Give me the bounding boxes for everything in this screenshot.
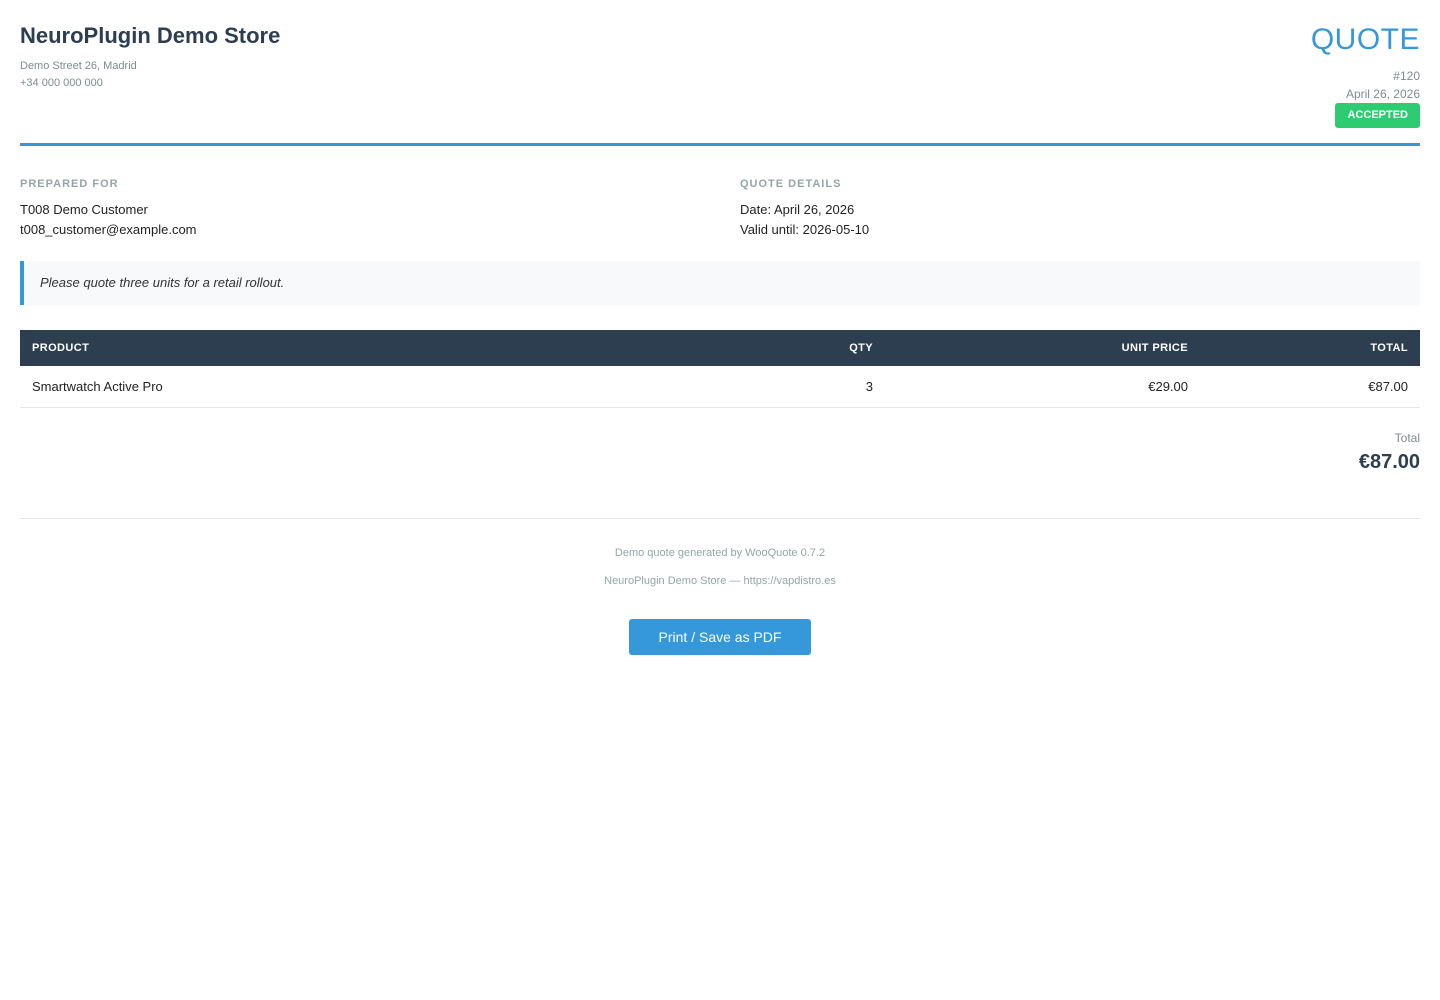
total-label: Total: [1394, 430, 1420, 445]
quote-details-label: QUOTE DETAILS: [740, 178, 842, 190]
row-total: €87.00: [1200, 366, 1420, 408]
customer-email: t008_customer@example.com: [20, 222, 197, 237]
quote-date: April 26, 2026: [1345, 87, 1420, 101]
document-title: QUOTE: [1310, 23, 1420, 56]
row-unit-price: €29.00: [885, 366, 1200, 408]
quote-number: #120: [1393, 69, 1420, 83]
prepared-for-section: PREPARED FOR T008 Demo Customer t008_cus…: [20, 178, 700, 240]
customer-note: Please quote three units for a retail ro…: [20, 261, 1420, 305]
print-save-pdf-button[interactable]: Print / Save as PDF: [629, 618, 811, 655]
totals-section: Total €87.00: [20, 408, 1420, 518]
quote-page: NeuroPlugin Demo Store Demo Street 26, M…: [0, 0, 1440, 1000]
header-qty: QTY: [849, 342, 873, 354]
store-name: NeuroPlugin Demo Store: [20, 23, 281, 48]
line-items-table: PRODUCT QTY UNIT PRICE TOTAL Smartwatch …: [20, 330, 1420, 408]
store-site-text: NeuroPlugin Demo Store — https://vapdist…: [604, 574, 836, 587]
store-address: Demo Street 26, Madrid: [20, 60, 137, 72]
quote-footer: Demo quote generated by WooQuote 0.7.2 N…: [20, 517, 1420, 668]
status-badge: ACCEPTED: [1335, 103, 1420, 128]
table-header-row: PRODUCT QTY UNIT PRICE TOTAL: [20, 330, 1420, 366]
quote-header: NeuroPlugin Demo Store Demo Street 26, M…: [20, 0, 1420, 146]
total-value: €87.00: [1358, 450, 1420, 473]
header-product: PRODUCT: [32, 342, 90, 354]
quote-info: PREPARED FOR T008 Demo Customer t008_cus…: [20, 146, 1420, 261]
quote-details-section: QUOTE DETAILS Date: April 26, 2026 Valid…: [740, 178, 1420, 240]
store-phone: +34 000 000 000: [20, 77, 103, 89]
table-row: Smartwatch Active Pro 3 €29.00 €87.00: [20, 366, 1420, 408]
row-product: Smartwatch Active Pro: [20, 366, 640, 408]
quote-details-valid-until: Valid until: 2026-05-10: [740, 222, 870, 237]
prepared-for-label: PREPARED FOR: [20, 178, 119, 190]
header-unit-price: UNIT PRICE: [1121, 342, 1188, 354]
quote-details-date: Date: April 26, 2026: [740, 202, 855, 217]
customer-name: T008 Demo Customer: [20, 202, 148, 217]
header-total: TOTAL: [1370, 342, 1408, 354]
generated-by-text: Demo quote generated by WooQuote 0.7.2: [614, 546, 826, 559]
row-qty: 3: [640, 366, 885, 408]
